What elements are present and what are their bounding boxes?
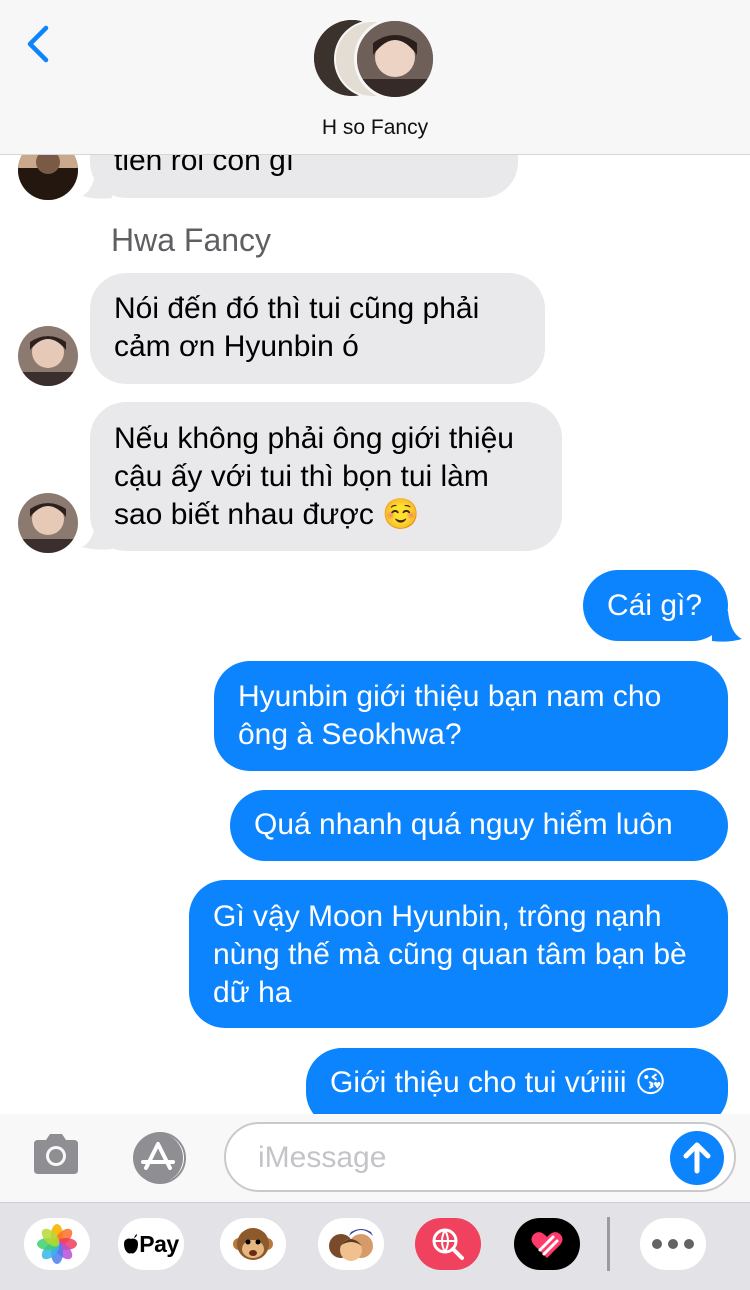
apple-pay-button[interactable]: Pay: [118, 1218, 184, 1270]
message-text: Nói đến đó thì tui cũng phải cảm ơn Hyun…: [114, 292, 480, 363]
message-bubble-incoming[interactable]: Nếu không phải ông giới thiệu cậu ấy với…: [90, 402, 562, 551]
bubble-tail: [712, 611, 742, 642]
avatar-photo: [18, 493, 78, 553]
animoji-monkey-icon: [233, 1228, 273, 1260]
memoji-button[interactable]: [318, 1218, 384, 1270]
photos-app-button[interactable]: [24, 1218, 90, 1270]
sender-name: Hwa Fancy: [111, 222, 272, 258]
app-store-button[interactable]: [126, 1132, 192, 1184]
contact-avatar[interactable]: [18, 326, 78, 386]
animoji-button[interactable]: [220, 1218, 286, 1270]
conversation-header: H so Fancy: [0, 0, 750, 155]
send-button[interactable]: [670, 1131, 724, 1185]
web-search-button[interactable]: [415, 1218, 481, 1270]
message-text: Nếu không phải ông giới thiệu cậu ấy với…: [114, 422, 514, 531]
apple-pay-icon: [124, 1234, 139, 1254]
bubble-tail: [82, 168, 112, 199]
group-avatar-stack[interactable]: [312, 18, 438, 102]
group-member-avatar: [354, 18, 436, 100]
message-bubble-outgoing[interactable]: Quá nhanh quá nguy hiểm luôn: [230, 790, 728, 861]
message-thread[interactable]: tiền rồi còn gì Hwa Fancy Nói đến đó thì…: [0, 0, 750, 1114]
message-text: Gì vậy Moon Hyunbin, trông nạnh nùng thế…: [213, 900, 687, 1009]
message-text: Cái gì?: [607, 589, 703, 622]
message-bubble-outgoing[interactable]: Gì vậy Moon Hyunbin, trông nạnh nùng thế…: [189, 880, 728, 1028]
avatar-photo: [18, 326, 78, 386]
digital-touch-icon: [531, 1232, 563, 1258]
web-search-icon: [432, 1228, 464, 1260]
camera-button[interactable]: [30, 1130, 82, 1178]
arrow-up-icon: [683, 1142, 711, 1174]
back-button[interactable]: [22, 22, 58, 66]
message-bubble-outgoing[interactable]: Giới thiệu cho tui vứiiii 😘: [306, 1048, 728, 1114]
message-text: Hyunbin giới thiệu bạn nam cho ông à Seo…: [238, 680, 662, 751]
message-input[interactable]: iMessage: [224, 1122, 736, 1192]
bubble-tail: [82, 519, 112, 550]
more-icon: [652, 1239, 694, 1249]
more-apps-button[interactable]: [640, 1218, 706, 1270]
message-bubble-incoming[interactable]: Nói đến đó thì tui cũng phải cảm ơn Hyun…: [90, 273, 545, 384]
chevron-left-icon: [27, 25, 49, 63]
message-text: Quá nhanh quá nguy hiểm luôn: [254, 808, 673, 841]
digital-touch-button[interactable]: [514, 1218, 580, 1270]
drawer-divider: [607, 1217, 610, 1271]
memoji-icon: [329, 1229, 373, 1261]
message-text: Giới thiệu cho tui vứiiii 😘: [330, 1066, 667, 1099]
app-store-icon: [133, 1132, 186, 1184]
message-bubble-outgoing[interactable]: Cái gì?: [583, 570, 728, 641]
message-bubble-outgoing[interactable]: Hyunbin giới thiệu bạn nam cho ông à Seo…: [214, 661, 728, 771]
contact-avatar[interactable]: [18, 493, 78, 553]
message-input-placeholder: iMessage: [258, 1141, 387, 1174]
photos-icon: [37, 1224, 77, 1264]
apple-pay-label: Pay: [139, 1230, 179, 1257]
conversation-title[interactable]: H so Fancy: [0, 116, 750, 140]
camera-icon: [34, 1134, 78, 1174]
